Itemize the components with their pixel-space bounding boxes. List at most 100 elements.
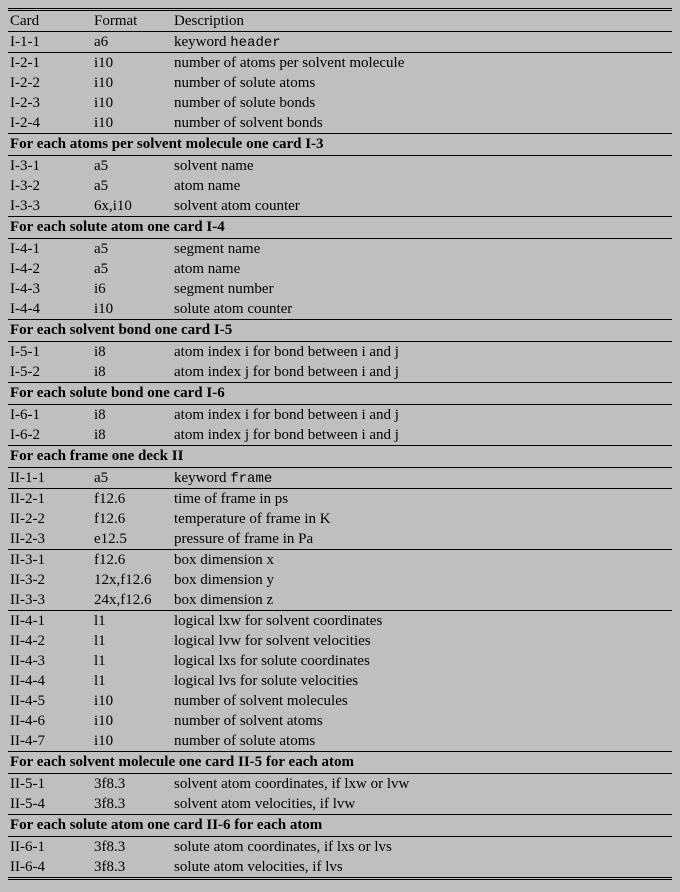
cell-card: II-4-4	[8, 671, 94, 691]
cell-format: a5	[94, 156, 174, 177]
section-row: For each solute bond one card I-6	[8, 383, 672, 405]
cell-format: i10	[94, 711, 174, 731]
cell-card: II-3-3	[8, 590, 94, 611]
cell-description: logical lxs for solute coordinates	[174, 651, 672, 671]
cell-card: I-3-2	[8, 176, 94, 196]
table-row: I-6-2i8atom index j for bond between i a…	[8, 425, 672, 446]
table-row: II-2-1f12.6time of frame in ps	[8, 489, 672, 510]
table-row: II-4-1l1logical lxw for solvent coordina…	[8, 611, 672, 632]
col-format: Format	[94, 10, 174, 32]
cell-format: i8	[94, 362, 174, 383]
cell-description: box dimension x	[174, 550, 672, 571]
cell-format: 3f8.3	[94, 857, 174, 879]
cell-card: I-4-1	[8, 239, 94, 260]
table-row: I-2-3i10number of solute bonds	[8, 93, 672, 113]
table-row: I-4-4i10solute atom counter	[8, 299, 672, 320]
cell-format: 3f8.3	[94, 837, 174, 858]
cell-card: II-4-1	[8, 611, 94, 632]
cell-card: II-4-3	[8, 651, 94, 671]
cell-description: atom index i for bond between i and j	[174, 405, 672, 426]
header-row: CardFormatDescription	[8, 10, 672, 32]
cell-format: a5	[94, 176, 174, 196]
cell-format: f12.6	[94, 489, 174, 510]
section-label: For each frame one deck II	[8, 446, 672, 468]
cell-format: i10	[94, 53, 174, 74]
cell-card: I-4-3	[8, 279, 94, 299]
col-description: Description	[174, 10, 672, 32]
cell-card: II-4-2	[8, 631, 94, 651]
cell-card: II-4-5	[8, 691, 94, 711]
desc-text: keyword	[174, 470, 230, 486]
cell-description: keyword header	[174, 32, 672, 53]
cell-description: solvent atom coordinates, if lxw or lvw	[174, 774, 672, 795]
table-row: I-2-2i10number of solute atoms	[8, 73, 672, 93]
cell-card: I-1-1	[8, 32, 94, 53]
cell-description: logical lvs for solute velocities	[174, 671, 672, 691]
cell-description: box dimension y	[174, 570, 672, 590]
cell-description: segment name	[174, 239, 672, 260]
table-row: I-1-1a6keyword header	[8, 32, 672, 53]
cell-card: II-3-1	[8, 550, 94, 571]
cell-description: solute atom coordinates, if lxs or lvs	[174, 837, 672, 858]
table-row: II-3-324x,f12.6box dimension z	[8, 590, 672, 611]
section-label: For each solute atom one card II-6 for e…	[8, 815, 672, 837]
cell-format: i10	[94, 731, 174, 752]
cell-description: keyword frame	[174, 468, 672, 489]
table-row: I-5-2i8atom index j for bond between i a…	[8, 362, 672, 383]
cell-card: II-5-4	[8, 794, 94, 815]
cell-card: I-6-1	[8, 405, 94, 426]
cell-description: number of solvent atoms	[174, 711, 672, 731]
cell-description: solvent name	[174, 156, 672, 177]
table-row: I-3-2a5atom name	[8, 176, 672, 196]
cell-card: II-4-7	[8, 731, 94, 752]
table-row: I-6-1i8atom index i for bond between i a…	[8, 405, 672, 426]
cell-card: II-2-1	[8, 489, 94, 510]
cell-card: I-5-1	[8, 342, 94, 363]
cell-card: I-2-4	[8, 113, 94, 134]
cell-description: time of frame in ps	[174, 489, 672, 510]
desc-text: keyword	[174, 34, 230, 50]
cell-format: 3f8.3	[94, 794, 174, 815]
cell-description: solute atom counter	[174, 299, 672, 320]
table-row: I-5-1i8atom index i for bond between i a…	[8, 342, 672, 363]
cell-description: number of solute atoms	[174, 731, 672, 752]
cell-format: l1	[94, 651, 174, 671]
table-row: II-5-43f8.3solvent atom velocities, if l…	[8, 794, 672, 815]
table-row: I-2-4i10number of solvent bonds	[8, 113, 672, 134]
section-row: For each solute atom one card II-6 for e…	[8, 815, 672, 837]
cell-card: II-2-2	[8, 509, 94, 529]
cell-format: l1	[94, 611, 174, 632]
cell-card: II-2-3	[8, 529, 94, 550]
cell-description: temperature of frame in K	[174, 509, 672, 529]
cell-format: 3f8.3	[94, 774, 174, 795]
cell-card: I-2-2	[8, 73, 94, 93]
cell-format: a6	[94, 32, 174, 53]
table-row: II-6-13f8.3solute atom coordinates, if l…	[8, 837, 672, 858]
format-table: CardFormatDescriptionI-1-1a6keyword head…	[8, 8, 672, 880]
cell-description: solute atom velocities, if lvs	[174, 857, 672, 879]
table-row: II-3-212x,f12.6box dimension y	[8, 570, 672, 590]
cell-card: II-4-6	[8, 711, 94, 731]
cell-format: 6x,i10	[94, 196, 174, 217]
cell-card: II-6-4	[8, 857, 94, 879]
cell-format: i6	[94, 279, 174, 299]
table-row: II-2-3e12.5pressure of frame in Pa	[8, 529, 672, 550]
cell-format: i10	[94, 93, 174, 113]
table-row: II-4-5i10number of solvent molecules	[8, 691, 672, 711]
cell-card: II-6-1	[8, 837, 94, 858]
cell-description: atom index j for bond between i and j	[174, 425, 672, 446]
cell-format: 24x,f12.6	[94, 590, 174, 611]
desc-keyword: frame	[230, 471, 272, 487]
cell-card: I-4-4	[8, 299, 94, 320]
cell-format: i8	[94, 425, 174, 446]
section-label: For each solute bond one card I-6	[8, 383, 672, 405]
cell-format: i10	[94, 73, 174, 93]
cell-description: box dimension z	[174, 590, 672, 611]
table-row: II-5-13f8.3solvent atom coordinates, if …	[8, 774, 672, 795]
cell-format: i8	[94, 342, 174, 363]
cell-card: I-6-2	[8, 425, 94, 446]
section-label: For each solvent molecule one card II-5 …	[8, 752, 672, 774]
cell-description: atom name	[174, 259, 672, 279]
cell-description: number of atoms per solvent molecule	[174, 53, 672, 74]
cell-card: I-3-3	[8, 196, 94, 217]
